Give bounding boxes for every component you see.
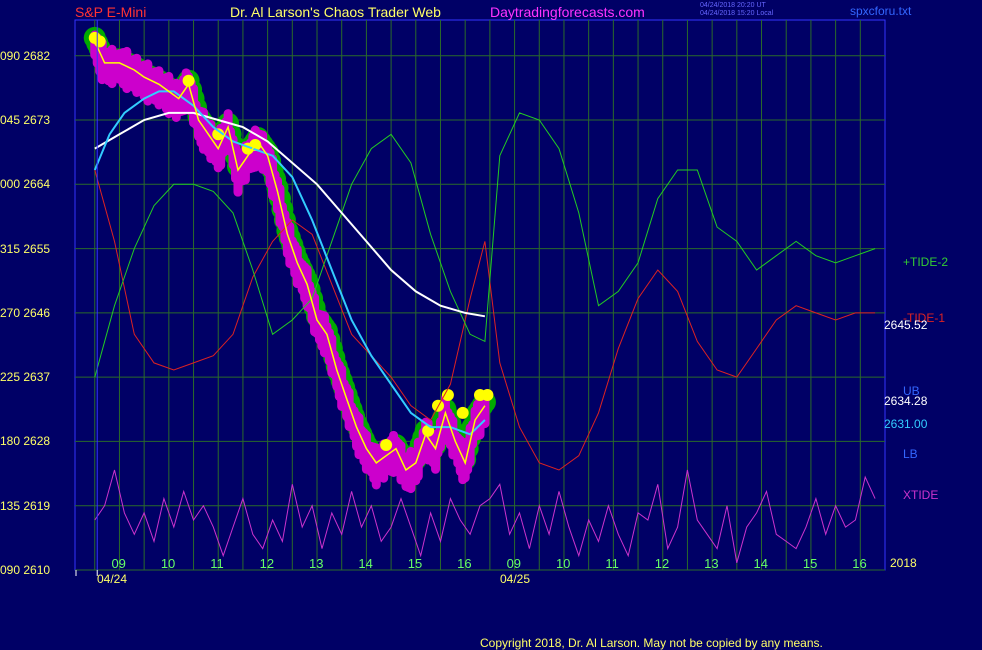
- ub-value: 2634.28: [884, 394, 928, 408]
- x-tick-label: 15: [407, 556, 423, 571]
- y-tick-label: 315 2655: [0, 241, 51, 256]
- tide2-label: +TIDE-2: [903, 255, 949, 269]
- date-label-2: 04/25: [500, 572, 531, 586]
- y-tick-label: 135 2619: [0, 498, 51, 513]
- x-tick-label: 09: [111, 556, 126, 571]
- turning-dot: [481, 389, 494, 401]
- x-tick-label: 10: [555, 556, 571, 571]
- x-tick-label: 16: [852, 556, 867, 571]
- file-name: spxcforu.txt: [850, 4, 912, 18]
- y-tick-label: 090 2682: [0, 48, 51, 63]
- x-tick-label: 11: [605, 556, 619, 571]
- x-tick-label: 13: [309, 556, 324, 571]
- year-label: 2018: [890, 556, 917, 570]
- y-tick-label: 180 2628: [0, 434, 51, 449]
- xtide-line: [94, 469, 876, 564]
- x-tick-label: 16: [457, 556, 472, 571]
- x-tick-label: 09: [506, 556, 522, 571]
- author-title: Dr. Al Larson's Chaos Trader Web: [230, 4, 441, 20]
- x-tick-label: 13: [704, 556, 719, 571]
- timestamp-local: 04/24/2018 15:20 Local: [700, 10, 774, 17]
- x-tick-label: 10: [160, 556, 176, 571]
- x-tick-label: 12: [654, 556, 670, 571]
- price-chart: [74, 19, 886, 576]
- x-tick-label: 11: [210, 556, 224, 571]
- timestamp-ut: 04/24/2018 20:20 UT: [700, 2, 766, 9]
- site-link[interactable]: Daytradingforecasts.com: [490, 4, 645, 20]
- y-tick-label: 270 2646: [0, 305, 51, 320]
- fast-ma-value: 2631.00: [884, 417, 928, 431]
- copyright-notice: Copyright 2018, Dr. Al Larson. May not b…: [480, 636, 823, 650]
- x-tick-label: 14: [358, 556, 373, 571]
- price-bars: [90, 30, 490, 494]
- turning-dot: [456, 406, 469, 419]
- y-tick-label: 090 2610: [0, 563, 51, 577]
- turning-dot: [380, 439, 393, 451]
- slow-ma-value: 2645.52: [884, 318, 928, 332]
- lb-label: LB: [903, 447, 918, 461]
- date-label-1: 04/24: [97, 572, 128, 586]
- symbol-title: S&P E-Mini: [75, 4, 147, 20]
- turning-dot: [441, 389, 454, 401]
- y-tick-label: 045 2673: [0, 113, 51, 127]
- x-tick-label: 12: [259, 556, 275, 571]
- y-tick-label: 225 2637: [0, 370, 51, 385]
- xtide-label: XTIDE: [903, 488, 939, 502]
- x-tick-label: 14: [753, 556, 768, 571]
- y-tick-label: 000 2664: [0, 177, 51, 192]
- x-tick-label: 15: [802, 556, 818, 571]
